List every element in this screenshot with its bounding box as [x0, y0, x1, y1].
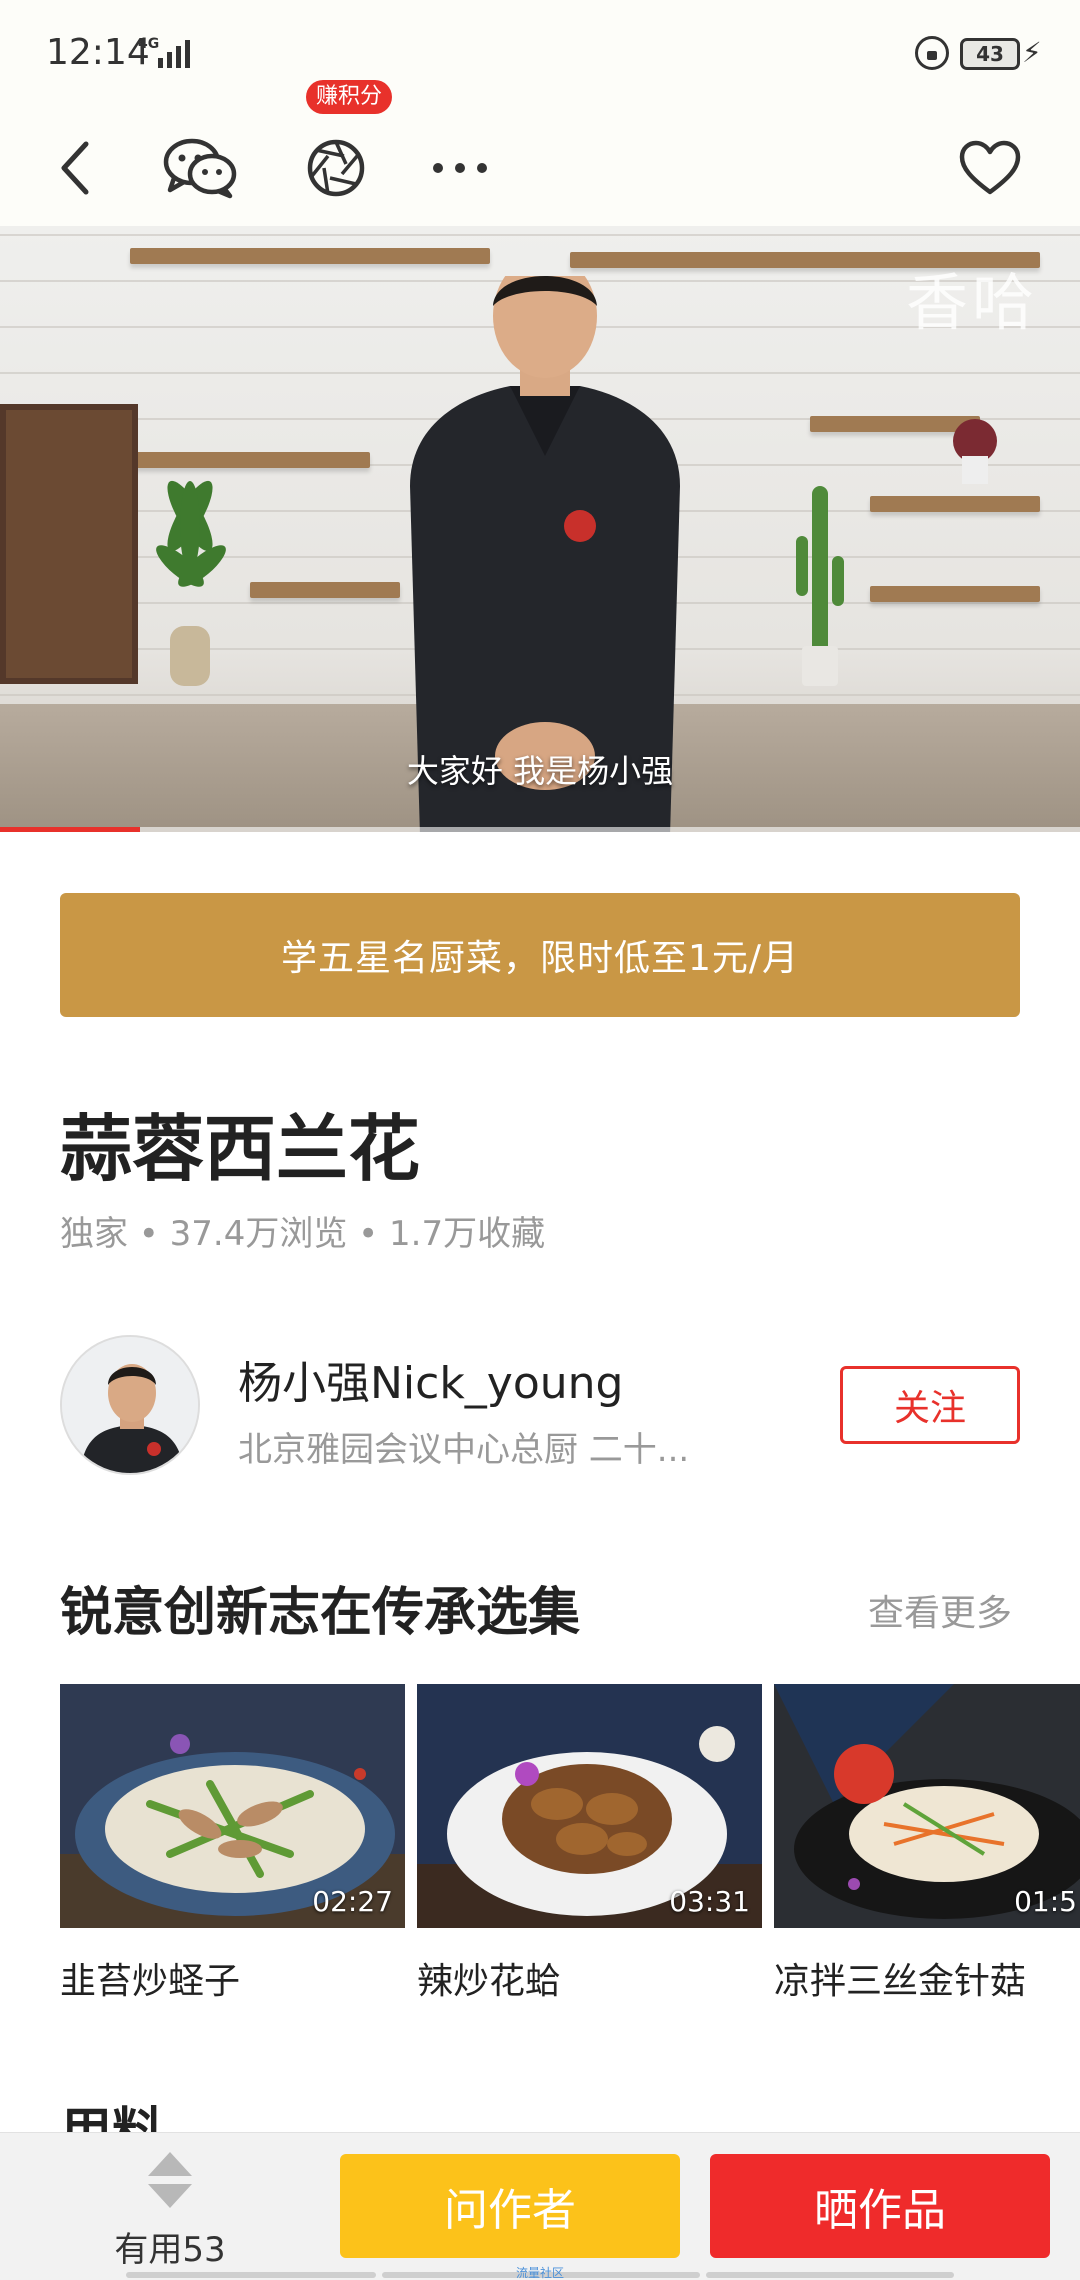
ask-author-button[interactable]: 问作者: [340, 2154, 680, 2258]
status-time: 12:14: [46, 32, 150, 73]
ingredients-section-title: 用料: [60, 2103, 165, 2134]
wechat-icon[interactable]: [150, 110, 250, 226]
wall-shelf: [870, 496, 1040, 512]
wall-shelf: [250, 582, 400, 598]
flower-pot: [953, 419, 997, 484]
video-subtitle: 大家好 我是杨小强: [406, 752, 674, 790]
show-work-button[interactable]: 晒作品: [710, 2154, 1050, 2258]
dish-name: 辣炒花蛤: [417, 1961, 562, 2002]
wall-shelf: [870, 586, 1040, 602]
wooden-cabinet: [0, 404, 138, 684]
collection-title: 锐意创新志在传承选集: [60, 1583, 581, 1643]
back-icon[interactable]: [40, 110, 110, 226]
collection-card[interactable]: 02:27 韭苔炒蛏子: [60, 1684, 405, 2004]
potted-plant: [156, 480, 226, 686]
avatar[interactable]: [60, 1335, 200, 1475]
video-watermark: 香哈: [906, 266, 1039, 339]
dish-name: 凉拌三丝金针菇: [774, 1961, 1027, 2002]
dish-thumbnail: 03:31: [417, 1684, 762, 1928]
video-progress-bar[interactable]: [0, 827, 1080, 832]
video-progress-fill: [0, 827, 141, 832]
wall-shelf: [130, 248, 490, 264]
video-player[interactable]: 香哈 大家好 我是杨小强: [0, 226, 1080, 832]
home-note: 流量社区: [515, 2266, 564, 2280]
aperture-icon[interactable]: [300, 110, 372, 226]
up-down-arrow-icon: [148, 2152, 192, 2208]
see-more-link[interactable]: 查看更多: [868, 1584, 1012, 1636]
collection-card[interactable]: 01:5 凉拌三丝金针菇: [774, 1684, 1080, 2004]
dish-thumbnail: 01:5: [774, 1684, 1080, 1928]
cactus-plant: [796, 486, 844, 686]
charging-icon: ⚡: [1022, 36, 1042, 69]
useful-vote-button[interactable]: 有用53: [100, 2150, 240, 2270]
avatar-image: [62, 1337, 198, 1473]
dish-name: 韭苔炒蛏子: [60, 1961, 241, 2002]
follow-button[interactable]: 关注: [840, 1366, 1020, 1444]
status-bar: 12:14 4G 43 ⚡: [0, 0, 1080, 110]
recipe-meta: 独家 • 37.4万浏览 • 1.7万收藏: [60, 1214, 546, 1254]
ellipsis-icon[interactable]: [430, 110, 490, 226]
rotation-lock-icon: [915, 36, 949, 70]
earn-points-badge: 赚积分: [306, 80, 393, 114]
author-name[interactable]: 杨小强Nick_young: [238, 1347, 623, 1411]
promo-banner[interactable]: 学五星名厨菜，限时低至1元/月: [60, 893, 1020, 1017]
dish-thumbnail: 02:27: [60, 1684, 405, 1928]
network-type: 4G: [138, 36, 160, 52]
video-duration: 02:27: [312, 1885, 393, 1918]
author-description: 北京雅园会议中心总厨 二十...: [238, 1430, 690, 1470]
recipe-title: 蒜蓉西兰花: [60, 1107, 421, 1191]
video-duration: 01:5: [1014, 1885, 1077, 1918]
signal-icon: [158, 38, 190, 68]
collection-card[interactable]: 03:31 辣炒花蛤: [417, 1684, 762, 2004]
top-toolbar: 赚积分: [0, 80, 1080, 226]
heart-outline-icon[interactable]: [950, 110, 1030, 226]
battery-icon: 43: [960, 38, 1020, 70]
video-duration: 03:31: [669, 1885, 750, 1918]
